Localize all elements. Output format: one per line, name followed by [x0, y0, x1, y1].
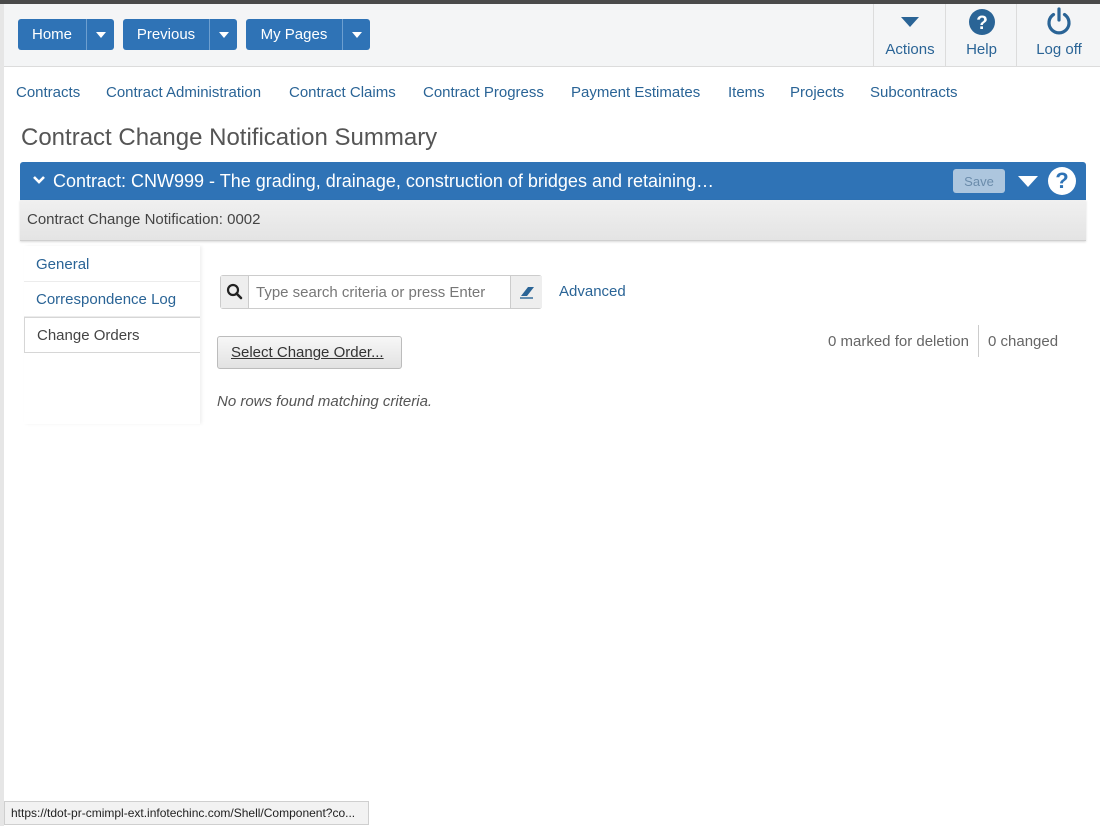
nav-contract-progress[interactable]: Contract Progress	[423, 84, 544, 101]
help-icon[interactable]: ?	[1048, 167, 1076, 195]
app-header: Home Previous My Pages Actions ? Help Lo…	[4, 4, 1100, 67]
select-change-order-button[interactable]: Select Change Order...	[217, 336, 402, 369]
previous-button[interactable]: Previous	[123, 19, 210, 50]
save-button[interactable]: Save	[953, 169, 1005, 193]
help-label: Help	[966, 41, 997, 58]
caret-down-icon	[901, 17, 919, 27]
empty-state-message: No rows found matching criteria.	[217, 393, 433, 410]
side-nav-change-orders[interactable]: Change Orders	[24, 317, 200, 353]
power-icon	[1047, 7, 1071, 35]
divider	[978, 325, 979, 357]
search-input[interactable]: Type search criteria or press Enter	[256, 284, 485, 301]
marked-for-deletion-count: 0 marked for deletion	[828, 333, 969, 350]
help-icon: ?	[968, 9, 995, 35]
home-button[interactable]: Home	[18, 19, 87, 50]
my-pages-split-button: My Pages	[246, 19, 370, 50]
log-off-label: Log off	[1036, 41, 1082, 58]
caret-down-icon[interactable]	[1018, 176, 1038, 187]
contract-title: Contract: CNW999 - The grading, drainage…	[53, 171, 715, 191]
nav-contract-administration[interactable]: Contract Administration	[106, 84, 261, 101]
caret-down-icon	[351, 31, 362, 38]
status-bar-url: https://tdot-pr-cmimpl-ext.infotechinc.c…	[4, 801, 369, 825]
side-nav-label: General	[36, 256, 90, 273]
window-left-border	[0, 4, 4, 826]
chevron-down-icon[interactable]	[32, 173, 46, 187]
change-notification-bar: Contract Change Notification: 0002	[20, 200, 1086, 241]
search-icon	[226, 283, 243, 300]
svg-text:?: ?	[976, 13, 988, 34]
nav-payment-estimates[interactable]: Payment Estimates	[571, 84, 700, 101]
contract-header-bar: Contract: CNW999 - The grading, drainage…	[20, 162, 1086, 200]
nav-contract-claims[interactable]: Contract Claims	[289, 84, 396, 101]
side-nav-general[interactable]: General	[24, 247, 200, 282]
clear-search-button[interactable]	[510, 276, 542, 308]
side-nav-correspondence-log[interactable]: Correspondence Log	[24, 282, 200, 317]
nav-contracts[interactable]: Contracts	[16, 84, 80, 101]
changed-count: 0 changed	[988, 333, 1059, 350]
nav-items[interactable]: Items	[728, 84, 765, 101]
caret-down-icon	[95, 31, 106, 38]
previous-split-button: Previous	[123, 19, 237, 50]
help-button[interactable]: ? Help	[945, 4, 1017, 66]
home-split-button: Home	[18, 19, 114, 50]
actions-button[interactable]: Actions	[873, 4, 946, 66]
side-nav: General Correspondence Log Change Orders	[24, 246, 200, 424]
previous-dropdown-button[interactable]	[210, 19, 237, 50]
page-title: Contract Change Notification Summary	[21, 124, 438, 151]
advanced-search-link[interactable]: Advanced	[559, 283, 626, 300]
actions-label: Actions	[885, 41, 935, 58]
my-pages-button[interactable]: My Pages	[246, 19, 343, 50]
side-nav-label: Correspondence Log	[36, 291, 177, 308]
caret-down-icon	[218, 31, 229, 38]
change-notification-label: Contract Change Notification: 0002	[27, 211, 261, 228]
select-change-order-label: Select Change Order...	[231, 344, 384, 361]
eraser-icon	[520, 287, 534, 299]
search-box: Type search criteria or press Enter	[220, 275, 542, 309]
home-dropdown-button[interactable]	[87, 19, 114, 50]
my-pages-dropdown-button[interactable]	[343, 19, 370, 50]
log-off-button[interactable]: Log off	[1016, 4, 1100, 66]
side-nav-label: Change Orders	[37, 327, 140, 344]
search-button[interactable]	[221, 276, 249, 308]
nav-projects[interactable]: Projects	[790, 84, 844, 101]
nav-subcontracts[interactable]: Subcontracts	[870, 84, 958, 101]
